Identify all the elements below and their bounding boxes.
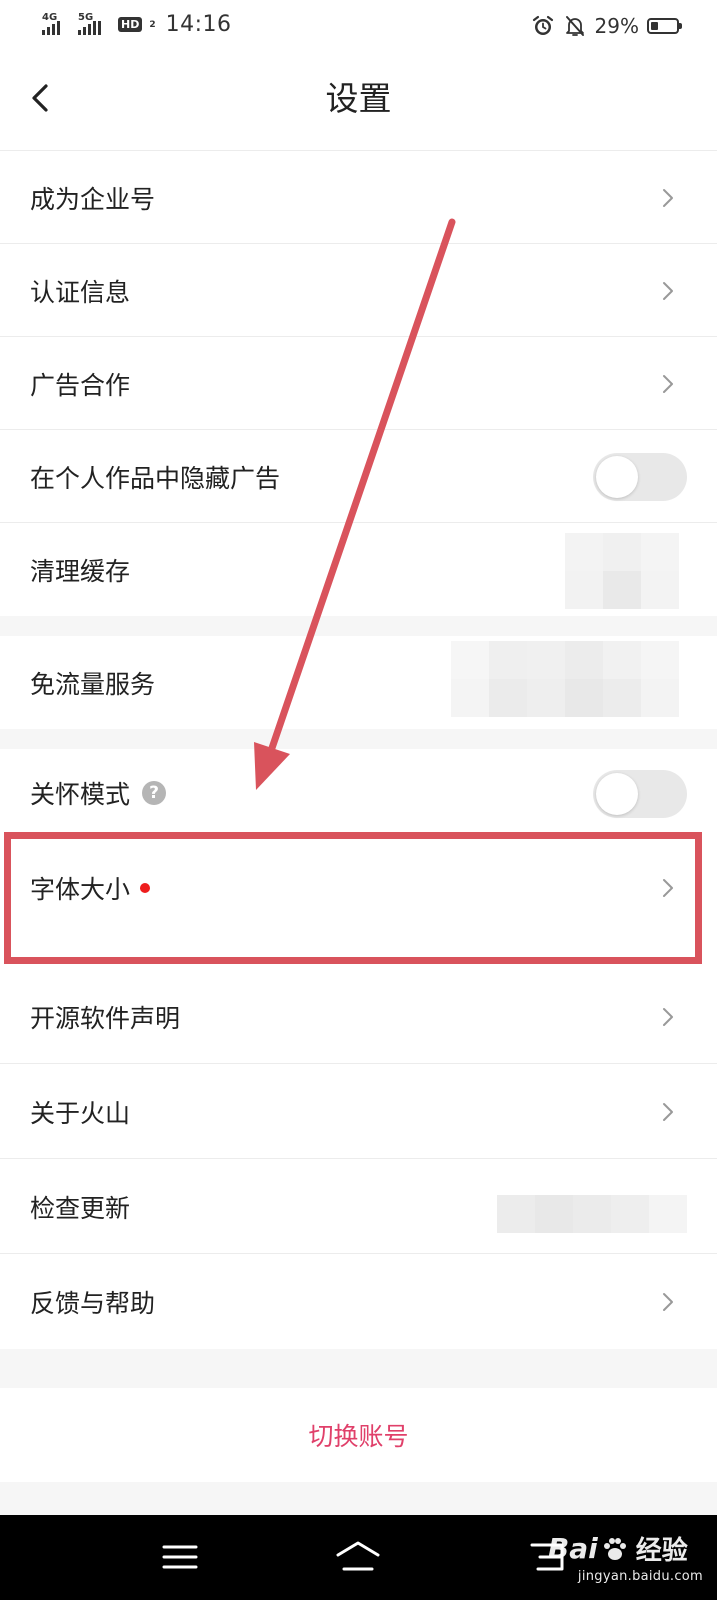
setting-open-source[interactable]: 开源软件声明 [0,964,717,1064]
setting-verification-info[interactable]: 认证信息 [0,244,717,337]
setting-clear-cache[interactable]: 清理缓存 [0,523,717,616]
setting-check-update[interactable]: 检查更新 [0,1159,717,1254]
hd-voice-sub: 2 [149,19,156,30]
signal-5g-icon: 5G [78,12,108,37]
nav-menu-button[interactable] [156,1535,204,1579]
setting-about[interactable]: 关于火山 [0,1064,717,1159]
setting-feedback-help[interactable]: 反馈与帮助 [0,1254,717,1349]
battery-fill [651,22,658,30]
setting-enterprise-account[interactable]: 成为企业号 [0,151,717,244]
battery-percent: 29% [594,14,639,38]
battery-icon [647,18,682,34]
signal-4g-icon: 4G [42,12,72,37]
nav-header: 设置 [0,54,717,151]
status-bar: 4G 5G HD 2 14:16 29% [0,0,717,54]
chevron-right-icon [663,1102,673,1121]
care-mode-label-group: 关怀模式 ? [30,775,167,811]
baidu-jingyan-watermark: Bai 经验 jingyan.baidu.com [548,1530,703,1584]
status-left: 4G 5G HD 2 14:16 [42,12,232,37]
font-size-label-group: 字体大小 [30,870,151,906]
chevron-right-icon [663,1008,673,1026]
setting-font-size[interactable]: 字体大小 [0,836,717,964]
switch-account-label: 切换账号 [308,1422,409,1451]
setting-label: 关于火山 [30,1098,131,1128]
bell-muted-icon [565,16,584,36]
chevron-right-icon [663,281,673,300]
blurred-value-mosaic [497,1195,687,1233]
settings-screen: 4G 5G HD 2 14:16 29% 设置 成为企业号 认证信息 广告合作 … [0,0,717,1600]
alarm-clock-icon [532,15,553,35]
setting-label: 广告合作 [30,370,131,400]
care-mode-toggle[interactable] [593,770,687,818]
setting-hide-ads: 在个人作品中隐藏广告 [0,430,717,523]
home-icon [336,1541,380,1571]
hd-voice-icon: HD [118,17,143,32]
paw-icon [603,1537,626,1560]
blurred-value-mosaic [565,533,679,609]
setting-care-mode: 关怀模式 ? [0,749,717,836]
setting-label: 字体大小 [30,875,131,904]
page-title: 设置 [325,79,392,118]
setting-label: 关怀模式 [30,779,131,809]
setting-label: 认证信息 [30,277,131,307]
question-circle-icon[interactable]: ? [142,780,167,805]
switch-account-button[interactable]: 切换账号 [0,1388,717,1482]
menu-icon [162,1545,198,1569]
chevron-right-icon [663,188,673,207]
setting-label: 清理缓存 [30,556,131,586]
new-dot-badge [140,883,151,893]
blurred-value-mosaic [451,641,679,717]
watermark-logo: Bai 经验 [548,1530,703,1567]
setting-label: 检查更新 [30,1193,131,1223]
chevron-right-icon [663,879,673,897]
setting-label: 反馈与帮助 [30,1288,156,1318]
watermark-text-right: 经验 [635,1536,688,1566]
setting-label: 在个人作品中隐藏广告 [30,463,281,493]
setting-label: 免流量服务 [30,669,156,699]
hide-ads-toggle[interactable] [593,452,687,501]
setting-free-data-service[interactable]: 免流量服务 [0,636,717,729]
status-time: 14:16 [165,12,232,37]
chevron-right-icon [663,1292,673,1311]
watermark-text-left: Bai [547,1532,598,1565]
setting-ad-cooperation[interactable]: 广告合作 [0,337,717,430]
nav-home-button[interactable] [334,1535,382,1579]
watermark-url: jingyan.baidu.com [577,1569,703,1584]
chevron-right-icon [663,374,673,393]
status-right: 29% [531,14,682,38]
setting-label: 成为企业号 [30,184,156,214]
setting-label: 开源软件声明 [30,1004,181,1033]
